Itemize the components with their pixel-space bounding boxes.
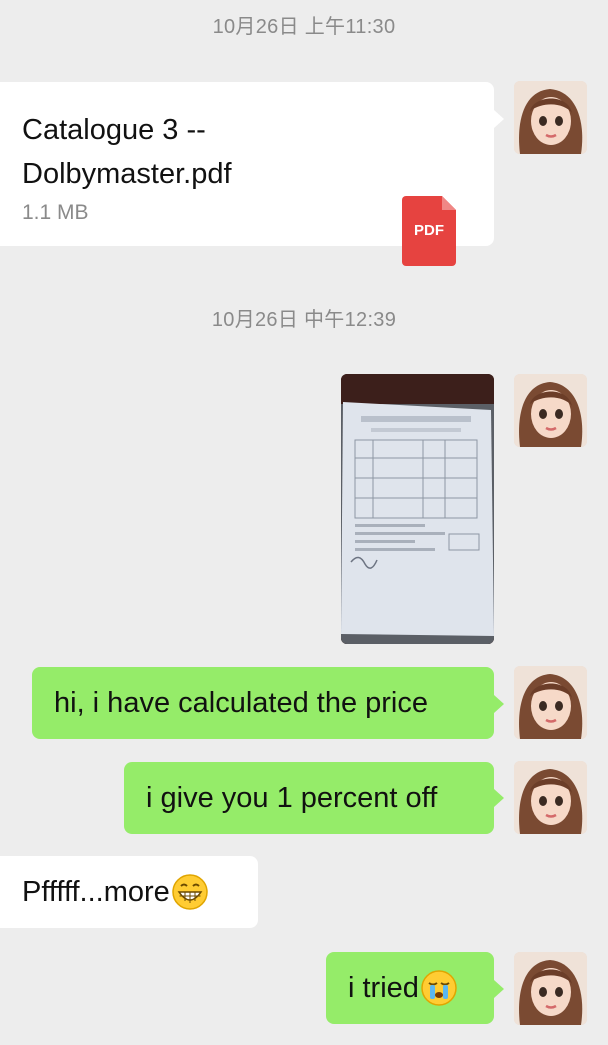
sent-message[interactable]: i tried [326, 952, 494, 1024]
avatar[interactable] [514, 81, 587, 154]
timestamp: 10月26日 中午12:39 [211, 309, 397, 331]
photo-message[interactable] [341, 374, 494, 644]
file-message-bubble[interactable]: Catalogue 3 -- Dolbymaster.pdf 1.1 MB PD… [0, 82, 494, 266]
crying-face-emoji-icon [421, 970, 457, 1006]
message-text: Pfffff...more [22, 875, 170, 908]
bubble-tail [494, 110, 504, 128]
bubble-tail [494, 789, 504, 807]
file-name-line-1: Catalogue 3 -- [22, 114, 206, 146]
received-message[interactable]: Pfffff...more [0, 856, 258, 928]
message-text: hi, i have calculated the price [54, 686, 428, 719]
avatar[interactable] [514, 666, 587, 739]
avatar[interactable] [514, 374, 587, 447]
message-text: i tried [348, 971, 419, 1004]
bubble-tail [494, 980, 504, 998]
timestamp: 10月26日 上午11:30 [212, 16, 396, 38]
file-name: Catalogue 3 -- Dolbymaster.pdf [22, 108, 232, 196]
grinning-face-emoji-icon [172, 874, 208, 910]
file-size: 1.1 MB [22, 201, 89, 224]
sent-message[interactable]: hi, i have calculated the price [32, 667, 494, 739]
avatar[interactable] [514, 952, 587, 1025]
file-name-line-2: Dolbymaster.pdf [22, 158, 232, 190]
bubble-tail [494, 695, 504, 713]
pdf-file-icon: PDF [402, 196, 456, 266]
message-text: i give you 1 percent off [146, 781, 438, 814]
sent-message[interactable]: i give you 1 percent off [124, 762, 494, 834]
document-photo [341, 374, 494, 644]
pdf-label: PDF [414, 222, 444, 239]
avatar[interactable] [514, 761, 587, 834]
